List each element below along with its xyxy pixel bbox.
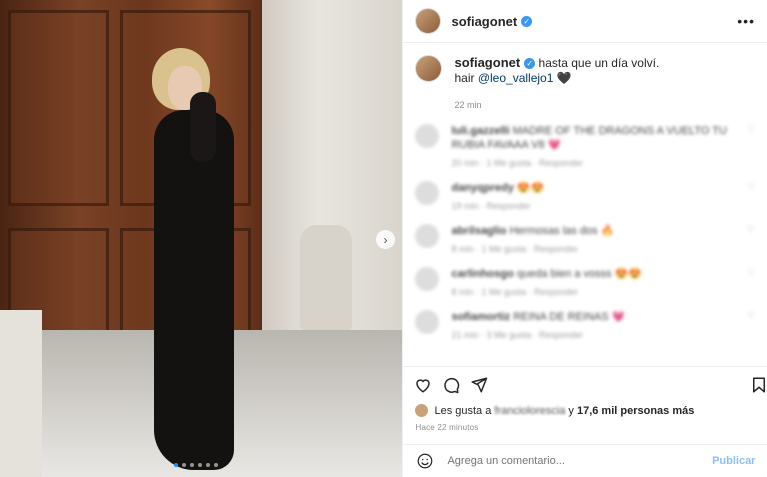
next-slide-button[interactable]: › [376,230,395,249]
comment-text: REINA DE REINAS 💗 [513,311,626,323]
comment-meta: 21 min · 3 Me gusta · Responder [451,330,584,340]
comment-text: queda bien a vosss 😍😍 [516,268,643,280]
verified-badge-icon: ✓ [524,58,536,70]
author-username[interactable]: sofiagonet [451,14,517,29]
comment-like-heart-icon[interactable]: ♡ [747,124,755,135]
post-header: sofiagonet ✓ ••• [403,0,767,43]
paper-plane-icon[interactable] [465,371,493,399]
comment-bubble-icon[interactable] [437,371,465,399]
post-details-pane: sofiagonet ✓ ••• sofiagonet ✓ hasta que u… [402,0,767,477]
likes-summary[interactable]: Les gusta a franciolorescia y 17,6 mil p… [415,404,694,417]
verified-badge-icon: ✓ [521,15,533,27]
carousel-dot [214,463,218,467]
more-dots-icon[interactable]: ••• [737,13,755,29]
liker-username[interactable]: franciolorescia [494,405,565,417]
comment-text: 😍😍 [516,182,545,194]
commenter-username[interactable]: luli.gazzelli [451,125,509,137]
comment-text: Hermosas las dos 🔥 [509,225,615,237]
caption-username[interactable]: sofiagonet [454,55,520,70]
carousel-dots [174,463,218,467]
carousel-dot [206,463,210,467]
commenter-username[interactable]: danyqpredy [451,182,513,194]
commenter-username[interactable]: abrilsaglio [451,225,506,237]
author-avatar[interactable] [415,8,442,34]
caption-mention-link[interactable]: @leo_vallejo1 [478,71,554,85]
commenter-avatar[interactable] [415,267,440,291]
woman-figure [140,40,250,470]
commenter-avatar[interactable] [415,181,440,205]
comment-meta: 8 min · 1 Me gusta · Responder [451,287,579,297]
caption-avatar[interactable] [415,55,443,82]
commenter-username[interactable]: sofiamortiz [451,311,510,323]
carousel-dot [198,463,202,467]
post-caption: sofiagonet ✓ hasta que un día volví. hair… [403,43,767,113]
comment-meta: 20 min · 1 Me gusta · Responder [451,158,584,168]
comment-like-heart-icon[interactable]: ♡ [747,181,755,192]
commenter-avatar[interactable] [415,124,440,148]
comment-item: carlinhosgo queda bien a vosss 😍😍 8 min … [403,267,767,299]
action-bar [403,366,767,403]
comment-input[interactable] [445,454,713,468]
posted-time[interactable]: Hace 22 minutos [415,423,478,432]
comments-list[interactable]: sofiagonet ✓ hasta que un día volví. hair… [403,43,767,365]
likes-count[interactable]: 17,6 mil personas más [577,405,694,417]
caption-time[interactable]: 22 min [454,98,659,113]
commenter-username[interactable]: carlinhosgo [451,268,513,280]
chevron-right-icon: › [383,232,388,247]
bookmark-icon[interactable] [745,371,767,399]
comment-item: danyqpredy 😍😍 19 min · Responder ♡ [403,181,767,213]
post-modal: › sofiagonet ✓ ••• sofiagonet ✓ hasta que… [0,0,767,477]
comment-item: abrilsaglio Hermosas las dos 🔥 8 min · 1… [403,224,767,256]
commenter-avatar[interactable] [415,310,440,334]
commenter-avatar[interactable] [415,224,440,248]
black-heart-emoji: 🖤 [556,71,572,85]
publish-button[interactable]: Publicar [712,455,755,467]
caption-hair-label: hair [454,71,475,85]
carousel-dot-active [174,463,178,467]
likes-middle: y [568,404,574,417]
post-photo[interactable]: › [0,0,403,477]
comment-meta: 19 min · Responder [451,201,531,211]
likes-prefix: Les gusta a [434,404,492,417]
comment-meta: 8 min · 1 Me gusta · Responder [451,244,579,254]
add-comment-bar: Publicar [403,444,767,477]
comment-like-heart-icon[interactable]: ♡ [747,224,755,235]
stone-bollard [300,225,352,330]
comment-item: sofiamortiz REINA DE REINAS 💗 21 min · 3… [403,310,767,342]
comment-like-heart-icon[interactable]: ♡ [747,267,755,278]
smiley-icon[interactable] [415,451,435,471]
liker-avatar [415,404,429,417]
stone-step [0,310,42,477]
comment-like-heart-icon[interactable]: ♡ [747,310,755,321]
caption-text: hasta que un día volví. [538,56,660,70]
comment-item: luli.gazzelli MADRE OF THE DRAGONS A VUE… [403,124,767,170]
carousel-dot [182,463,186,467]
heart-icon[interactable] [409,371,437,399]
carousel-dot [190,463,194,467]
